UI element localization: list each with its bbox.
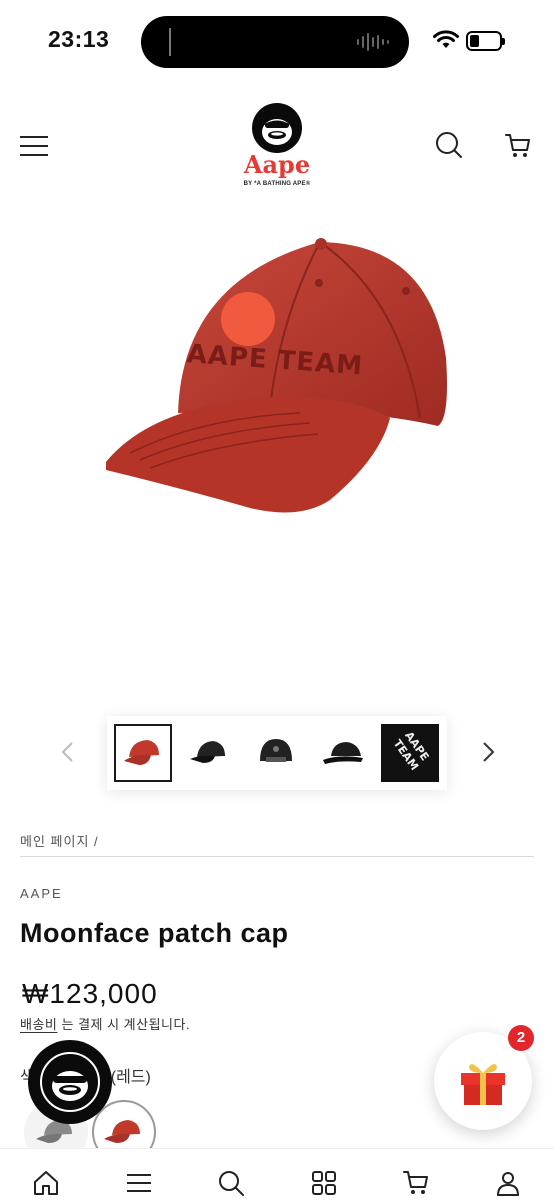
status-time: 23:13 [48, 26, 110, 52]
status-bar: 23:13 [0, 0, 554, 84]
logo-wordmark: Aape [243, 150, 311, 179]
battery-icon [466, 31, 505, 51]
ape-head-icon [40, 1052, 100, 1112]
cap-thumb-icon [323, 742, 363, 764]
product-title: Moonface patch cap [20, 918, 289, 948]
product-main-image[interactable]: AAPE TEAM [0, 208, 554, 708]
ape-head-icon [252, 103, 302, 153]
product-vendor: AAPE [20, 886, 63, 901]
thumbnail-black-cap-low[interactable] [314, 724, 372, 782]
shipping-text: 는 결제 시 계산됩니다. [57, 1017, 191, 1032]
cap-image: AAPE TEAM [106, 238, 447, 513]
thumbnail-black-cap-side[interactable] [180, 724, 238, 782]
cart-icon[interactable] [504, 132, 532, 160]
user-icon [497, 1172, 519, 1196]
breadcrumb[interactable]: 메인 페이지 / [20, 831, 99, 850]
cart-icon [403, 1171, 428, 1194]
thumbnail-red-cap[interactable] [114, 724, 172, 782]
logo-subtitle: BY *A BATHING APE® [243, 181, 311, 187]
gift-badge: 2 [508, 1025, 534, 1051]
gift-icon [461, 1064, 505, 1105]
site-header: Aape BY *A BATHING APE® [0, 84, 554, 208]
dynamic-island [141, 16, 409, 68]
chevron-right-icon[interactable] [478, 740, 498, 764]
menu-icon [127, 1174, 151, 1192]
thumbnail-strip: AAPE TEAM [107, 716, 447, 790]
chevron-left-icon[interactable] [58, 740, 78, 764]
nav-account[interactable] [494, 1169, 522, 1197]
nav-home[interactable] [32, 1169, 60, 1197]
color-label-value: (레드) [110, 1069, 151, 1086]
nav-cart[interactable] [402, 1169, 430, 1197]
cap-thumb-icon [124, 740, 159, 765]
thumbnail-black-cap-back[interactable] [247, 724, 305, 782]
thumbnail-black-cap-embroidery[interactable]: AAPE TEAM [381, 724, 439, 782]
embroidery-thumb-icon: AAPE TEAM [391, 729, 432, 773]
shipping-link[interactable]: 배송비 [20, 1017, 57, 1032]
search-icon [219, 1171, 244, 1196]
cap-thumb-icon [260, 739, 292, 762]
audio-wave-icon [357, 32, 389, 52]
floating-brand-button[interactable] [28, 1040, 112, 1124]
menu-icon[interactable] [20, 136, 50, 158]
home-icon [34, 1171, 58, 1195]
cap-swatch-icon [104, 1120, 140, 1143]
wifi-icon [433, 30, 459, 48]
shipping-note: 배송비 는 결제 시 계산됩니다. [20, 1014, 190, 1033]
nav-menu[interactable] [125, 1169, 153, 1197]
search-icon[interactable] [434, 130, 464, 160]
product-price: ₩123,000 [22, 978, 158, 1009]
divider [20, 856, 534, 857]
nav-search[interactable] [217, 1169, 245, 1197]
nav-categories[interactable] [310, 1169, 338, 1197]
grid-icon [312, 1171, 336, 1195]
bottom-nav [0, 1148, 554, 1200]
cap-thumb-icon [190, 741, 225, 763]
brand-logo[interactable]: Aape BY *A BATHING APE® [233, 102, 321, 212]
